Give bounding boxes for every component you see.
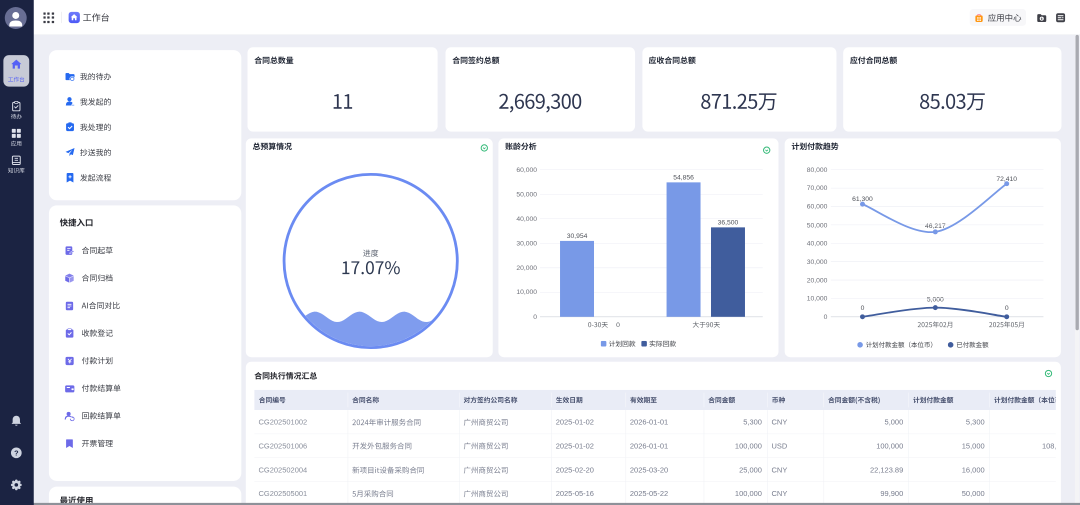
svg-text:?: ? [14, 448, 19, 457]
